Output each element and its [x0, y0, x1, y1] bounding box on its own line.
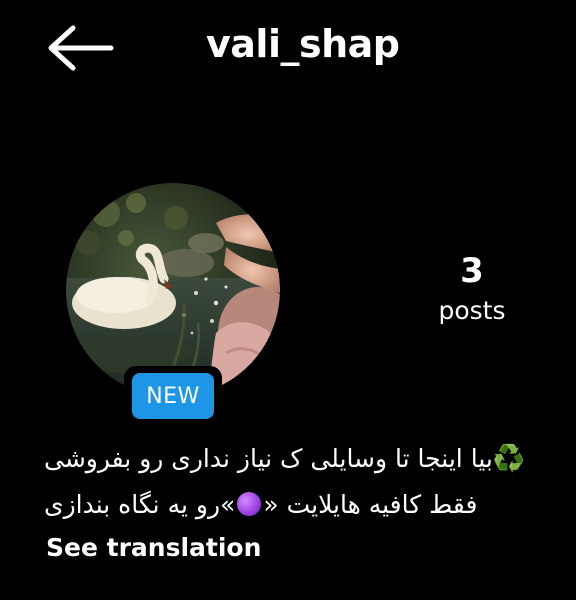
bio-line-1: ♻️بیا اینجا تا وسایلی ک نیاز نداری رو بف…: [44, 436, 576, 482]
back-button[interactable]: [44, 20, 116, 76]
profile-header: vali_shap: [0, 0, 576, 90]
bio-line-2-text-a: فقط کافیه هایلایت «: [263, 490, 478, 519]
profile-bio: ♻️بیا اینجا تا وسایلی ک نیاز نداری رو بف…: [44, 436, 576, 528]
bio-line-2-text-b: »رو یه نگاه بندازی: [44, 490, 236, 519]
recycle-icon: ♻️: [492, 444, 526, 474]
profile-avatar[interactable]: [66, 183, 280, 397]
bio-line-2: فقط کافیه هایلایت « »رو یه نگاه بندازی: [44, 482, 576, 528]
posts-count: 3: [460, 251, 484, 291]
arrow-left-icon: [48, 25, 114, 71]
profile-username: vali_shap: [206, 22, 400, 66]
new-badge-label: NEW: [132, 373, 214, 419]
posts-stat[interactable]: 3 posts: [420, 248, 524, 328]
new-story-badge: NEW: [124, 366, 222, 426]
avatar-image: [66, 183, 280, 397]
bio-line-1-text: بیا اینجا تا وسایلی ک نیاز نداری رو بفرو…: [44, 444, 493, 473]
purple-circle-icon: [237, 492, 262, 516]
posts-label: posts: [438, 296, 506, 325]
see-translation-link[interactable]: See translation: [46, 528, 261, 568]
